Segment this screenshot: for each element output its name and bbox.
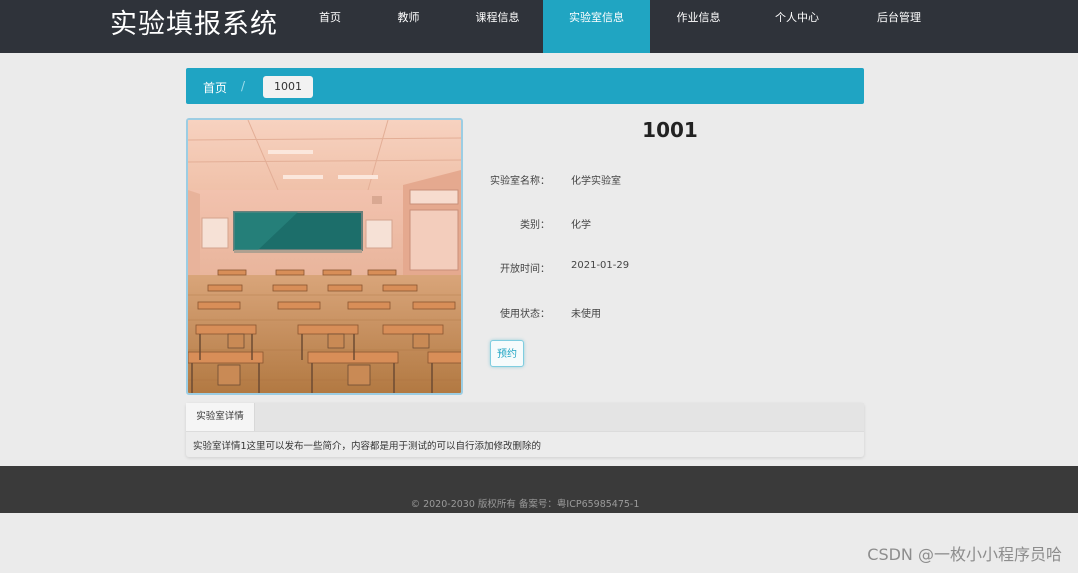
main-nav: 首页 教师 课程信息 实验室信息 作业信息 个人中心 后台管理 bbox=[295, 0, 951, 53]
lab-category-label: 类别： bbox=[520, 220, 550, 231]
breadcrumb-home-link[interactable]: 首页 bbox=[203, 79, 227, 96]
site-title: 实验填报系统 bbox=[110, 9, 278, 40]
nav-item-admin[interactable]: 后台管理 bbox=[847, 0, 951, 53]
lab-status-value: 未使用 bbox=[571, 309, 601, 320]
footer: © 2020-2030 版权所有 备案号：粤ICP65985475-1 bbox=[0, 466, 1078, 513]
breadcrumb-separator: / bbox=[241, 79, 246, 93]
classroom-illustration bbox=[188, 120, 461, 393]
lab-open-time-value: 2021-01-29 bbox=[571, 260, 630, 271]
nav-item-home[interactable]: 首页 bbox=[295, 0, 365, 53]
lab-title: 1001 bbox=[642, 118, 698, 142]
lab-image bbox=[186, 118, 463, 395]
lab-name-label: 实验室名称： bbox=[490, 176, 550, 187]
tab-lab-detail[interactable]: 实验室详情 bbox=[186, 403, 255, 431]
breadcrumb-current: 1001 bbox=[263, 76, 313, 98]
nav-item-teacher[interactable]: 教师 bbox=[365, 0, 452, 53]
csdn-watermark: CSDN @一枚小小程序员哈 bbox=[867, 545, 1062, 564]
lab-detail-tabs: 实验室详情 实验室详情1这里可以发布一些简介，内容都是用于测试的可以自行添加修改… bbox=[186, 403, 864, 457]
breadcrumb: 首页 / 1001 bbox=[186, 68, 864, 104]
lab-name-value: 化学实验室 bbox=[571, 176, 621, 187]
lab-detail-content: 实验室详情1这里可以发布一些简介，内容都是用于测试的可以自行添加修改删除的 bbox=[193, 441, 542, 452]
reserve-button[interactable]: 预约 bbox=[490, 340, 524, 367]
nav-item-homework-info[interactable]: 作业信息 bbox=[650, 0, 747, 53]
copyright-text: © 2020-2030 版权所有 备案号：粤ICP65985475-1 bbox=[410, 499, 640, 510]
lab-category-value: 化学 bbox=[571, 220, 591, 231]
nav-item-course-info[interactable]: 课程信息 bbox=[452, 0, 543, 53]
nav-item-lab-info[interactable]: 实验室信息 bbox=[543, 0, 650, 53]
lab-status-label: 使用状态： bbox=[500, 309, 550, 320]
tab-bar: 实验室详情 bbox=[186, 403, 864, 432]
top-navbar: 实验填报系统 首页 教师 课程信息 实验室信息 作业信息 个人中心 后台管理 bbox=[0, 0, 1078, 53]
lab-open-time-label: 开放时间： bbox=[500, 264, 550, 275]
nav-item-personal-center[interactable]: 个人中心 bbox=[747, 0, 847, 53]
